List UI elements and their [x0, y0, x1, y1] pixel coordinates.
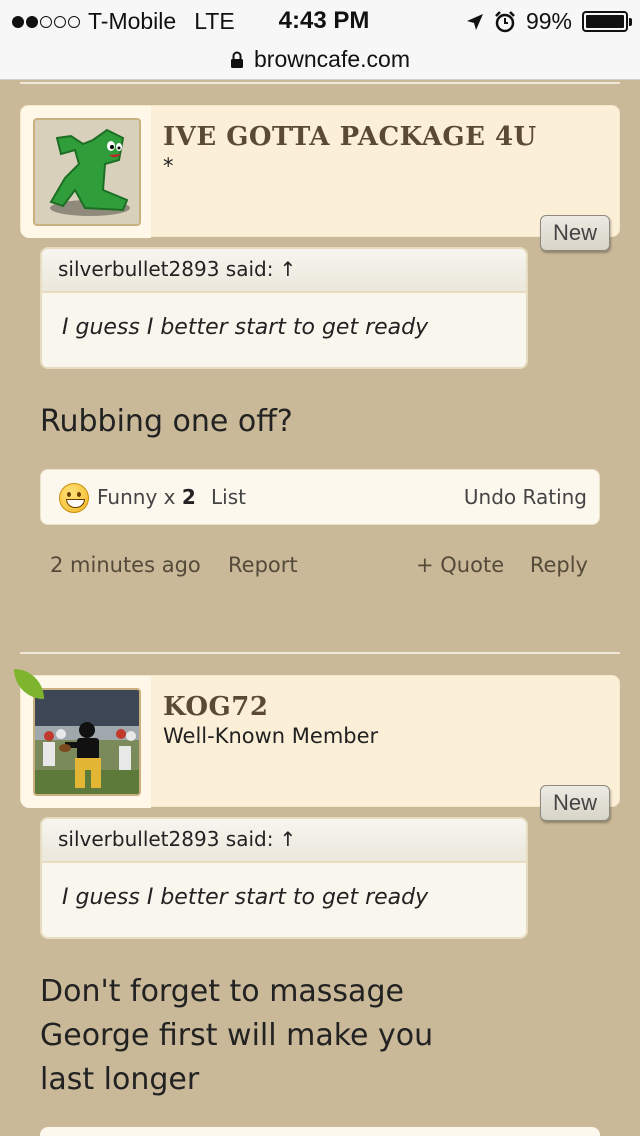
address-bar[interactable]: browncafe.com [0, 40, 640, 80]
status-bar: T-Mobile LTE 4:43 PM 99% [0, 0, 640, 40]
post-date[interactable]: 2 minutes ago [50, 553, 201, 577]
battery-percent: 99% [525, 8, 572, 34]
post-divider [20, 652, 620, 654]
arrow-up-icon[interactable]: ↑ [279, 827, 296, 851]
post-message: Don't forget to massage George first wil… [40, 970, 433, 1102]
quote-link[interactable]: + Quote [416, 553, 504, 577]
user-title: Well-Known Member [163, 724, 379, 748]
user-info-card: IVE GOTTA PACKAGE 4U * [20, 105, 620, 238]
alarm-clock-icon [495, 10, 515, 32]
quote-box: silverbullet2893 said: ↑ I guess I better… [40, 247, 528, 369]
report-link[interactable]: Report [228, 553, 298, 577]
reply-link[interactable]: Reply [530, 553, 588, 577]
post-message: Rubbing one off? [40, 404, 293, 439]
user-title: * [163, 154, 174, 178]
quote-attribution[interactable]: silverbullet2893 said: ↑ [42, 819, 526, 863]
location-arrow-icon [466, 13, 483, 30]
online-status-indicator [14, 669, 44, 699]
post-message-line: George first will make you [40, 1018, 434, 1053]
username[interactable]: IVE GOTTA PACKAGE 4U [163, 122, 537, 152]
arrow-up-icon[interactable]: ↑ [279, 257, 296, 281]
quote-box: silverbullet2893 said: ↑ I guess I better… [40, 817, 528, 939]
username[interactable]: KOG72 [163, 692, 268, 722]
football-player-avatar-image [35, 690, 139, 794]
undo-rating-link[interactable]: Undo Rating [464, 485, 587, 509]
post-message-line: last longer [40, 1062, 200, 1097]
quote-author: silverbullet2893 said: [58, 257, 274, 281]
post-message-line: Don't forget to massage [40, 974, 404, 1009]
gumby-avatar-image [35, 120, 139, 224]
avatar[interactable] [33, 118, 141, 226]
rating-count: 2 [181, 485, 196, 509]
url-domain: browncafe.com [254, 46, 410, 72]
lock-icon [231, 51, 244, 68]
rating-list-link[interactable]: List [211, 485, 246, 509]
user-info-card: KOG72 Well-Known Member [14, 669, 620, 808]
quote-attribution[interactable]: silverbullet2893 said: ↑ [42, 249, 526, 293]
avatar[interactable] [33, 688, 141, 796]
quote-text: I guess I better start to get ready [62, 885, 429, 910]
quote-text: I guess I better start to get ready [62, 315, 429, 340]
new-badge: New [540, 215, 610, 251]
quote-author: silverbullet2893 said: [58, 827, 274, 851]
rating-summary: Funny x 2 [97, 485, 196, 509]
rating-bar: Funny x 2 List Undo Rating [40, 469, 600, 525]
post-divider [20, 82, 620, 84]
rating-label: Funny x [97, 485, 176, 509]
battery-icon [582, 11, 632, 32]
new-badge: New [540, 785, 610, 821]
funny-smiley-icon [59, 483, 89, 513]
rating-bar [40, 1127, 600, 1136]
